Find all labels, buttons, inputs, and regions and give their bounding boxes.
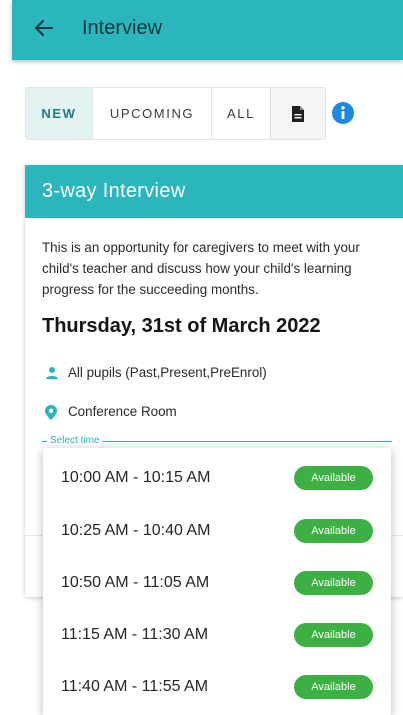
status-badge: Available [294, 623, 373, 647]
document-icon [292, 105, 304, 122]
card-description: This is an opportunity for caregivers to… [42, 240, 360, 297]
info-icon[interactable] [331, 101, 355, 125]
app-bar: Interview [12, 0, 403, 60]
tab-new[interactable]: NEW [26, 88, 93, 139]
card-header: 3-way Interview [25, 165, 403, 218]
tab-all[interactable]: ALL [212, 88, 271, 139]
time-slot-label: 11:15 AM - 11:30 AM [61, 626, 209, 643]
audience-row: All pupils (Past,Present,PreEnrol) [45, 365, 267, 380]
status-badge: Available [294, 466, 373, 490]
status-badge: Available [294, 571, 373, 595]
location-text: Conference Room [68, 404, 177, 419]
select-time-label: Select time [47, 435, 103, 446]
page-title: Interview [82, 16, 163, 39]
time-slot-label: 11:40 AM - 11:55 AM [61, 678, 209, 695]
time-slot-option[interactable]: 10:25 AM - 10:40 AM Available [43, 505, 391, 557]
location-row: Conference Room [45, 404, 177, 420]
time-slot-option[interactable]: 10:00 AM - 10:15 AM Available [43, 452, 391, 504]
time-slot-dropdown: 10:00 AM - 10:15 AM Available 10:25 AM -… [43, 448, 391, 715]
audience-text: All pupils (Past,Present,PreEnrol) [68, 365, 267, 380]
time-slot-option[interactable]: 11:40 AM - 11:55 AM Available [43, 661, 391, 713]
location-pin-icon [45, 404, 59, 420]
person-icon [45, 366, 59, 380]
tab-documents[interactable] [271, 88, 325, 139]
time-slot-label: 10:25 AM - 10:40 AM [61, 522, 211, 539]
tab-upcoming[interactable]: UPCOMING [93, 88, 212, 139]
interview-date: Thursday, 31st of March 2022 [42, 315, 321, 337]
filter-tabs: NEW UPCOMING ALL [25, 87, 326, 140]
time-slot-option[interactable]: 11:15 AM - 11:30 AM Available [43, 609, 391, 661]
time-slot-label: 10:50 AM - 11:05 AM [61, 574, 210, 591]
time-slot-option[interactable]: 10:50 AM - 11:05 AM Available [43, 557, 391, 609]
card-title: 3-way Interview [42, 180, 186, 202]
status-badge: Available [294, 519, 373, 543]
status-badge: Available [294, 675, 373, 699]
arrow-left-icon[interactable] [32, 16, 56, 40]
time-slot-label: 10:00 AM - 10:15 AM [61, 469, 211, 486]
